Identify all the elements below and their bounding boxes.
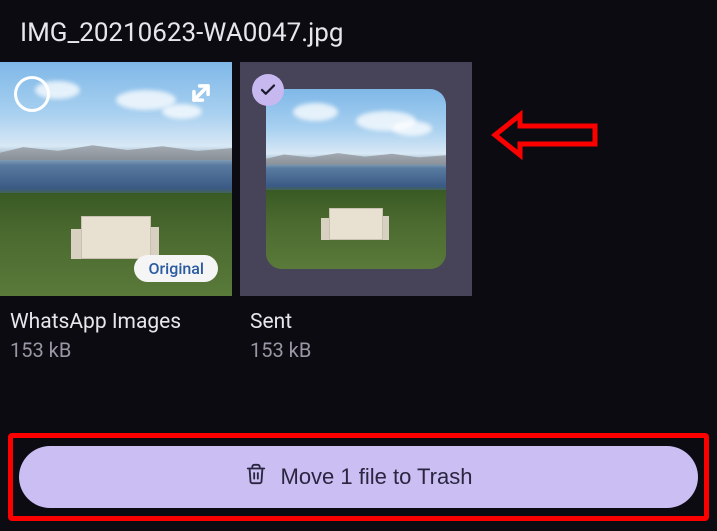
card-file-size: 153 kB <box>10 338 226 362</box>
thumbnail-original[interactable]: Original <box>0 62 232 296</box>
checkmark-icon[interactable] <box>252 74 284 106</box>
thumbnail-selected[interactable] <box>240 62 472 296</box>
expand-icon[interactable] <box>184 76 218 110</box>
card-folder-name: WhatsApp Images <box>10 310 226 334</box>
card-file-size: 153 kB <box>250 338 466 362</box>
duplicate-cards-row: Original WhatsApp Images 153 kB <box>0 62 717 362</box>
card-info: WhatsApp Images 153 kB <box>0 296 232 362</box>
card-info: Sent 153 kB <box>240 296 472 362</box>
page-title: IMG_20210623-WA0047.jpg <box>0 0 717 62</box>
annotation-arrow-icon <box>490 110 600 164</box>
card-original[interactable]: Original WhatsApp Images 153 kB <box>0 62 232 362</box>
photo-landscape-small <box>266 89 446 269</box>
trash-icon <box>245 463 267 491</box>
unselected-circle-icon[interactable] <box>14 76 50 112</box>
card-folder-name: Sent <box>250 310 466 334</box>
card-duplicate[interactable]: Sent 153 kB <box>240 62 472 362</box>
trash-button-label: Move 1 file to Trash <box>281 464 473 490</box>
original-badge: Original <box>134 255 218 282</box>
move-to-trash-button[interactable]: Move 1 file to Trash <box>19 446 698 508</box>
annotation-highlight-box: Move 1 file to Trash <box>8 433 709 521</box>
